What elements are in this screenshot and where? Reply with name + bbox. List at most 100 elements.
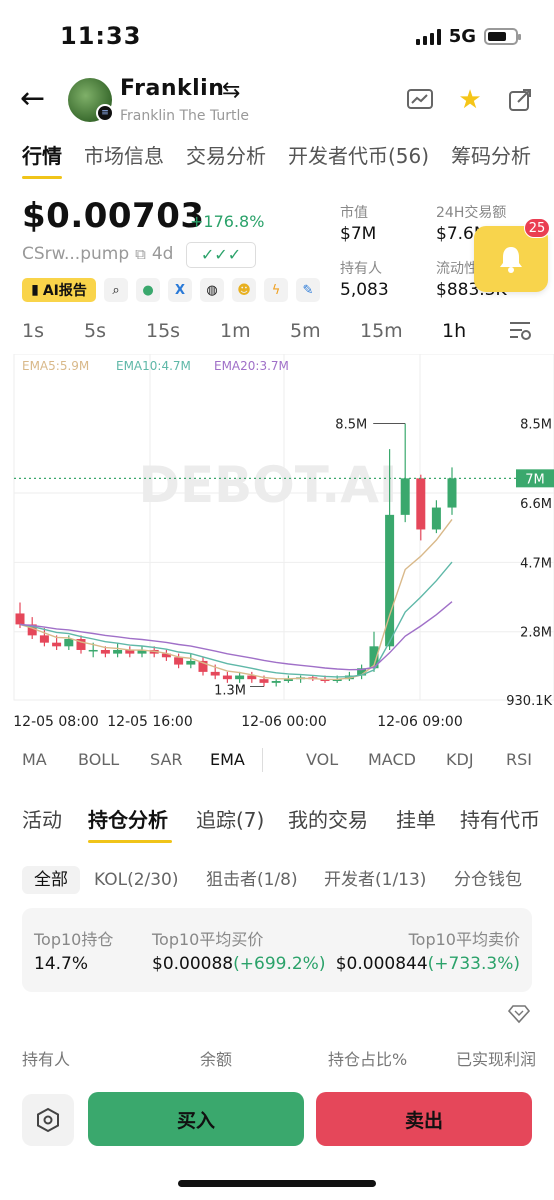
holders-table-header: 持有人 余额 持仓占比% 已实现利润: [22, 1046, 554, 1070]
tab-holdings-analysis[interactable]: 持仓分析: [88, 804, 168, 833]
interval-5m[interactable]: 5m: [290, 320, 321, 342]
tab-tracking[interactable]: 追踪(7): [196, 804, 264, 833]
tab-activity[interactable]: 活动: [22, 804, 62, 833]
volume-label: 24H交易额: [436, 205, 507, 221]
users-icon[interactable]: ☻: [232, 278, 256, 302]
avg-sell-pct: (+733.3%): [427, 954, 520, 974]
avg-buy-label: Top10平均买价: [152, 930, 264, 949]
tab-my-trades[interactable]: 我的交易: [288, 804, 368, 833]
token-name: Franklin: [120, 76, 225, 101]
buy-button[interactable]: 买入: [88, 1092, 304, 1146]
star-icon[interactable]: ★: [456, 85, 484, 115]
top10-hold-value: 14.7%: [34, 954, 89, 974]
avg-buy-row: $0.00088(+699.2%): [152, 954, 325, 974]
col-realized-profit[interactable]: 已实现利润: [456, 1046, 554, 1070]
market-cap-value: $7M: [340, 224, 377, 244]
tab-held-tokens[interactable]: 持有代币: [460, 804, 554, 833]
indicator-sar[interactable]: SAR: [150, 750, 183, 769]
filter-kol[interactable]: KOL(2/30): [94, 866, 179, 894]
ema-legend-1: EMA10:4.7M: [116, 359, 191, 373]
y-tick-4: 930.1K: [506, 694, 552, 709]
active-tab-indicator: [88, 840, 172, 843]
candle-body: [64, 639, 74, 647]
message-icon[interactable]: ✎: [296, 278, 320, 302]
candle-body: [235, 675, 245, 680]
price-change: +176.8%: [190, 212, 265, 231]
diamond-icon[interactable]: [507, 1004, 531, 1028]
candle-body: [186, 660, 196, 665]
indicator-macd[interactable]: MACD: [368, 750, 416, 769]
token-header: ← ≡ Franklin ⇆ Franklin The Turtle ★: [0, 74, 554, 130]
y-tick-3: 2.8M: [520, 626, 552, 641]
interval-1m[interactable]: 1m: [220, 320, 251, 342]
token-fullname: Franklin The Turtle: [120, 108, 249, 124]
section-tabs: 活动 持仓分析 追踪(7) 我的交易 挂单 持有代币: [22, 804, 554, 834]
tab-market-info[interactable]: 市场信息: [84, 140, 164, 169]
token-price: $0.00703: [22, 196, 205, 236]
avg-buy-pct: (+699.2%): [233, 954, 326, 974]
top10-hold-label: Top10持仓: [34, 930, 114, 949]
x-tick-1: 12-05 16:00: [107, 714, 192, 730]
tab-chip-analysis[interactable]: 筹码分析: [451, 140, 531, 169]
high-label: 8.5M: [335, 418, 367, 433]
col-balance[interactable]: 余额: [200, 1046, 232, 1070]
tab-market[interactable]: 行情: [22, 140, 62, 179]
indicator-divider: [262, 748, 263, 772]
x-tick-3: 12-06 09:00: [377, 714, 462, 730]
lightning-icon[interactable]: ϟ: [264, 278, 288, 302]
chart-settings-icon[interactable]: [508, 318, 532, 347]
search-icon[interactable]: ⌕: [104, 278, 128, 302]
hexagon-settings-icon: [37, 1107, 59, 1133]
holders-value: 5,083: [340, 280, 389, 300]
col-holder[interactable]: 持有人: [22, 1046, 70, 1070]
x-icon[interactable]: X: [168, 278, 192, 302]
interval-15s[interactable]: 15s: [146, 320, 180, 342]
trade-settings-button[interactable]: [22, 1094, 74, 1146]
filter-split-wallets[interactable]: 分仓钱包: [454, 866, 554, 894]
candle-body: [52, 642, 62, 647]
chart-watch-icon[interactable]: [406, 86, 434, 114]
indicator-vol[interactable]: VOL: [306, 750, 338, 769]
indicator-boll[interactable]: BOLL: [78, 750, 119, 769]
candle-body: [210, 671, 220, 676]
filter-all[interactable]: 全部: [22, 866, 80, 894]
candle-body: [113, 649, 123, 654]
avg-buy-value: $0.00088: [152, 954, 234, 974]
liquidity-label: 流动性: [436, 261, 478, 277]
candle-body: [259, 679, 269, 683]
pill-icon[interactable]: ●: [136, 278, 160, 302]
current-price-label: 7M: [525, 472, 545, 487]
indicator-kdj[interactable]: KDJ: [446, 750, 474, 769]
col-hold-pct[interactable]: 持仓占比%: [328, 1046, 407, 1070]
indicator-ma[interactable]: MA: [22, 750, 47, 769]
candle-body: [416, 478, 426, 530]
interval-1s[interactable]: 1s: [22, 320, 44, 342]
ai-report-button[interactable]: ▮ AI报告: [22, 278, 96, 302]
token-address: CSrw...pump: [22, 244, 130, 264]
globe-icon[interactable]: ◍: [200, 278, 224, 302]
ai-report-label: AI报告: [42, 283, 87, 299]
interval-1h[interactable]: 1h: [442, 320, 466, 342]
tab-dev-tokens[interactable]: 开发者代币(56): [288, 140, 429, 169]
interval-15m[interactable]: 15m: [360, 320, 403, 342]
sell-button[interactable]: 卖出: [316, 1092, 532, 1146]
security-checks[interactable]: ✓✓✓: [186, 242, 256, 268]
share-icon[interactable]: [506, 86, 534, 114]
trade-actions: 买入 卖出: [22, 1090, 532, 1146]
copy-icon[interactable]: ⧉: [135, 245, 146, 263]
indicator-rsi[interactable]: RSI: [506, 750, 554, 769]
candle-body: [447, 478, 457, 508]
indicator-ema[interactable]: EMA: [210, 750, 245, 769]
tab-trade-analysis[interactable]: 交易分析: [186, 140, 266, 169]
candlestick-chart[interactable]: DEBOT.AI EMA5:5.9M EMA10:4.7M EMA20:3.7M 7M 8…: [0, 354, 554, 744]
back-arrow-icon[interactable]: ←: [20, 84, 45, 114]
swap-icon[interactable]: ⇆: [222, 78, 240, 103]
candle-body: [174, 657, 184, 665]
tab-orders[interactable]: 挂单: [396, 804, 436, 833]
filter-snipers[interactable]: 狙击者(1/8): [206, 866, 298, 894]
filter-developers[interactable]: 开发者(1/13): [324, 866, 426, 894]
interval-5s[interactable]: 5s: [84, 320, 106, 342]
book-icon: ▮: [31, 282, 39, 298]
low-label: 1.3M: [214, 683, 246, 698]
avg-sell-row: $0.000844(+733.3%): [336, 954, 520, 974]
